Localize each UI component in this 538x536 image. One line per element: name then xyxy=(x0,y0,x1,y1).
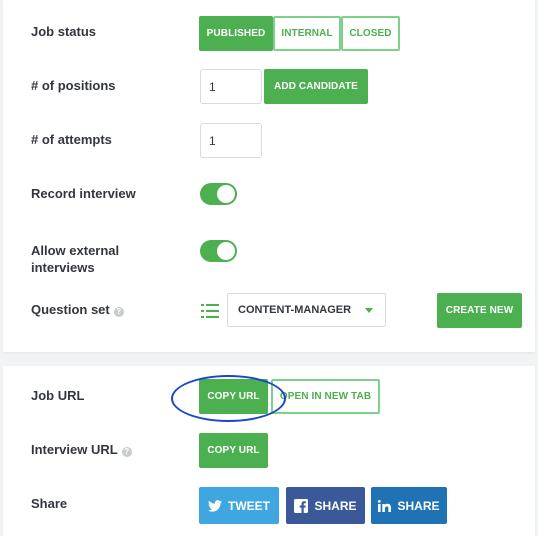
record-interview-toggle[interactable] xyxy=(200,183,237,205)
list-icon[interactable] xyxy=(201,304,219,318)
share-label: Share xyxy=(31,496,68,511)
job-url-label: Job URL xyxy=(31,388,85,403)
attempts-label: # of attempts xyxy=(31,132,112,147)
help-icon[interactable]: ? xyxy=(121,447,132,457)
help-icon[interactable]: ? xyxy=(113,307,124,317)
job-settings-card: Job status PUBLISHED INTERNAL CLOSED # o… xyxy=(3,0,535,352)
allow-external-label: Allow external interviews xyxy=(31,242,119,276)
interview-url-label-text: Interview URL xyxy=(31,442,118,457)
question-set-label-text: Question set xyxy=(31,302,110,317)
status-internal-button[interactable]: INTERNAL xyxy=(273,16,341,51)
question-set-label: Question set? xyxy=(31,301,124,318)
linkedin-share-button[interactable]: SHARE xyxy=(371,487,447,524)
copy-job-url-button[interactable]: COPY URL xyxy=(199,379,268,414)
question-set-select[interactable]: CONTENT-MANAGER xyxy=(227,293,386,327)
twitter-icon xyxy=(208,499,222,512)
linkedin-share-label: SHARE xyxy=(397,498,440,513)
toggle-knob xyxy=(217,242,235,260)
status-closed-button[interactable]: CLOSED xyxy=(341,16,400,51)
tweet-label: TWEET xyxy=(228,498,270,513)
facebook-share-button[interactable]: SHARE xyxy=(286,487,365,524)
attempts-input[interactable]: 1 xyxy=(200,123,262,158)
allow-external-label-line1: Allow external xyxy=(31,243,120,258)
caret-down-icon xyxy=(365,308,373,313)
facebook-share-label: SHARE xyxy=(314,498,357,513)
open-in-new-tab-button[interactable]: OPEN IN NEW TAB xyxy=(271,379,380,414)
toggle-knob xyxy=(217,185,235,203)
question-set-selected: CONTENT-MANAGER xyxy=(238,304,352,316)
add-candidate-button[interactable]: ADD CANDIDATE xyxy=(264,69,368,104)
linkedin-icon xyxy=(378,499,392,512)
record-interview-label: Record interview xyxy=(31,186,136,201)
status-published-button[interactable]: PUBLISHED xyxy=(199,16,273,51)
create-new-button[interactable]: CREATE NEW xyxy=(437,293,522,328)
tweet-button[interactable]: TWEET xyxy=(199,487,279,524)
job-status-label: Job status xyxy=(31,24,97,39)
facebook-icon xyxy=(294,498,309,513)
positions-label: # of positions xyxy=(31,78,116,93)
copy-interview-url-button[interactable]: COPY URL xyxy=(199,433,268,468)
interview-url-label: Interview URL? xyxy=(31,441,132,458)
allow-external-toggle[interactable] xyxy=(200,240,237,262)
positions-input[interactable]: 1 xyxy=(200,69,262,104)
job-links-card: Job URL COPY URL OPEN IN NEW TAB Intervi… xyxy=(3,366,535,536)
allow-external-label-line2: interviews xyxy=(31,260,95,275)
